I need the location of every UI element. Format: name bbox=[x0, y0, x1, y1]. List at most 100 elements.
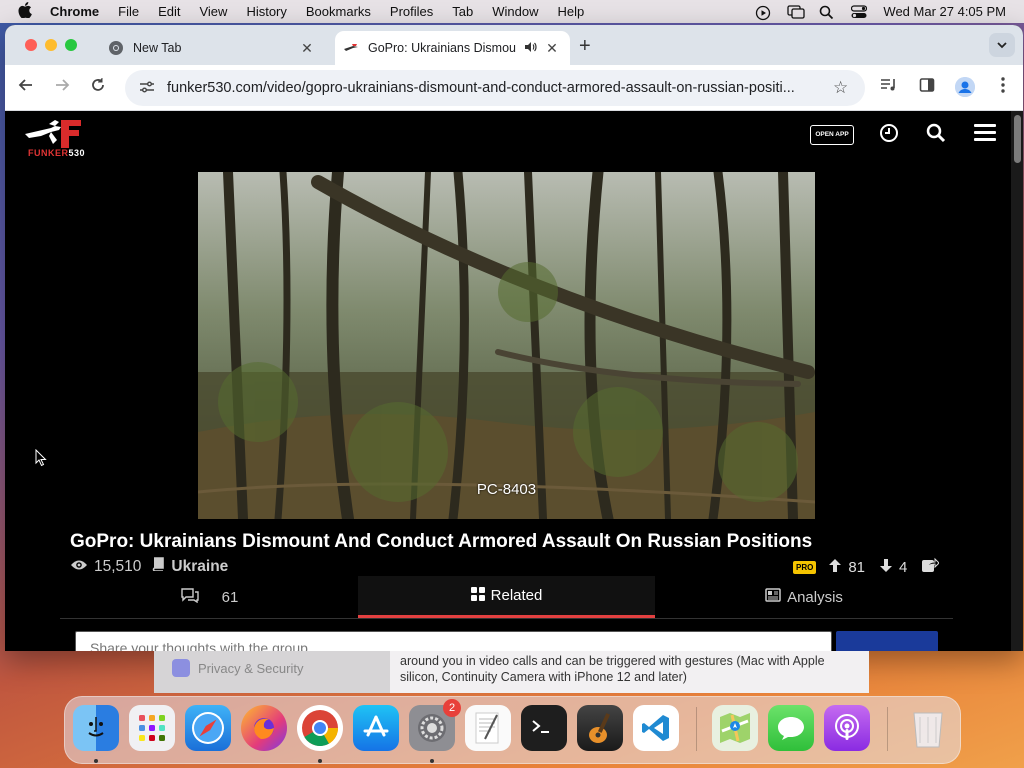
firefox-icon[interactable] bbox=[241, 705, 287, 751]
vote-bar: PRO 81 4 bbox=[793, 557, 941, 577]
menu-profiles[interactable]: Profiles bbox=[390, 4, 433, 19]
minimize-window-button[interactable] bbox=[45, 39, 57, 51]
menu-view[interactable]: View bbox=[199, 4, 227, 19]
funker-favicon-icon bbox=[343, 40, 359, 56]
settings-description-text: around you in video calls and can be tri… bbox=[390, 651, 869, 693]
menu-tab[interactable]: Tab bbox=[452, 4, 473, 19]
system-settings-icon[interactable]: 2 bbox=[409, 699, 461, 751]
textedit-icon[interactable] bbox=[465, 705, 511, 751]
tab-analysis-label: Analysis bbox=[787, 588, 843, 606]
apple-menu-icon[interactable] bbox=[18, 2, 34, 21]
comments-count: 61 bbox=[221, 588, 239, 606]
mouse-cursor bbox=[35, 448, 47, 472]
tab-title: New Tab bbox=[133, 41, 182, 55]
chrome-icon[interactable] bbox=[297, 705, 343, 751]
close-tab-icon[interactable]: ✕ bbox=[299, 40, 315, 57]
category-link[interactable]: Ukraine bbox=[171, 558, 228, 576]
menu-file[interactable]: File bbox=[118, 4, 139, 19]
grid-icon bbox=[470, 586, 485, 605]
chrome-running-dot bbox=[318, 759, 322, 763]
vscode-icon[interactable] bbox=[633, 705, 679, 751]
privacy-hand-icon bbox=[172, 659, 190, 677]
maps-icon[interactable] bbox=[712, 705, 758, 751]
terminal-icon[interactable] bbox=[521, 705, 567, 751]
menu-history[interactable]: History bbox=[246, 4, 286, 19]
history-clock-icon[interactable] bbox=[878, 123, 900, 145]
chrome-menu-icon[interactable] bbox=[993, 77, 1013, 97]
messages-icon[interactable] bbox=[768, 705, 814, 751]
menu-help[interactable]: Help bbox=[558, 4, 585, 19]
menu-bar-clock[interactable]: Wed Mar 27 4:05 PM bbox=[883, 4, 1006, 19]
new-tab-button[interactable]: + bbox=[579, 35, 591, 58]
spotlight-search-icon[interactable] bbox=[819, 5, 835, 19]
close-tab-icon[interactable]: ✕ bbox=[544, 40, 560, 57]
pro-badge[interactable]: PRO bbox=[793, 560, 817, 574]
screen-mirroring-icon[interactable] bbox=[787, 4, 806, 19]
search-icon[interactable] bbox=[925, 123, 947, 145]
video-meta: 15,510 Ukraine bbox=[70, 557, 228, 576]
finder-icon[interactable] bbox=[73, 705, 119, 751]
logo-wordmark: FUNKER530 bbox=[28, 148, 86, 158]
address-bar[interactable]: funker530.com/video/gopro-ukrainians-dis… bbox=[125, 70, 865, 106]
web-page: FUNKER530 OPEN APP PC-8403 GoPro: Ukrain… bbox=[5, 111, 1023, 651]
page-scrollbar[interactable] bbox=[1011, 111, 1023, 651]
site-info-icon[interactable] bbox=[139, 80, 155, 97]
podcasts-icon[interactable] bbox=[824, 705, 870, 751]
zoom-window-button[interactable] bbox=[65, 39, 77, 51]
eye-icon bbox=[70, 558, 88, 576]
tab-comments[interactable]: 61 bbox=[60, 576, 358, 618]
newspaper-icon bbox=[765, 588, 781, 606]
trash-icon[interactable] bbox=[905, 705, 951, 751]
url-text[interactable]: funker530.com/video/gopro-ukrainians-dis… bbox=[167, 80, 833, 96]
launchpad-icon[interactable] bbox=[129, 705, 175, 751]
dock-separator bbox=[887, 707, 888, 751]
media-controls-icon[interactable] bbox=[879, 77, 899, 97]
tab-search-button[interactable] bbox=[989, 33, 1015, 57]
audio-playing-icon[interactable] bbox=[520, 40, 540, 57]
garageband-icon[interactable] bbox=[577, 705, 623, 751]
share-icon[interactable] bbox=[921, 557, 941, 577]
reload-button[interactable] bbox=[87, 77, 109, 99]
view-count: 15,510 bbox=[94, 557, 142, 575]
finder-running-dot bbox=[94, 759, 98, 763]
settings-running-dot bbox=[430, 759, 434, 763]
tab-analysis[interactable]: Analysis bbox=[655, 576, 953, 618]
back-button[interactable] bbox=[15, 77, 37, 99]
sidebar-item-privacy-security[interactable]: Privacy & Security bbox=[172, 659, 303, 677]
video-page-tabs: 61 Related Analysis bbox=[60, 576, 953, 619]
safari-icon[interactable] bbox=[185, 705, 231, 751]
tab-new-tab[interactable]: New Tab ✕ bbox=[100, 31, 325, 65]
video-player[interactable]: PC-8403 bbox=[198, 172, 815, 519]
window-controls bbox=[25, 39, 77, 51]
tab-title: GoPro: Ukrainians Dismou bbox=[368, 41, 516, 55]
app-store-icon[interactable] bbox=[353, 705, 399, 751]
macos-menu-bar: Chrome File Edit View History Bookmarks … bbox=[0, 0, 1024, 23]
upvote-count: 81 bbox=[848, 558, 866, 576]
comment-submit-button[interactable] bbox=[836, 631, 938, 651]
settings-badge: 2 bbox=[443, 699, 461, 717]
background-settings-window[interactable]: Privacy & Security around you in video c… bbox=[154, 651, 869, 693]
bookmark-star-icon[interactable]: ☆ bbox=[833, 78, 853, 98]
tab-related-label: Related bbox=[490, 587, 543, 604]
forward-button[interactable] bbox=[51, 77, 73, 99]
control-center-icon[interactable] bbox=[851, 4, 868, 19]
downvote-arrow-icon[interactable] bbox=[879, 558, 893, 577]
comment-input[interactable]: Share your thoughts with the group . . . bbox=[75, 631, 832, 651]
upvote-arrow-icon[interactable] bbox=[828, 558, 842, 577]
menu-bookmarks[interactable]: Bookmarks bbox=[306, 4, 371, 19]
chrome-favicon-icon bbox=[108, 40, 124, 56]
menu-edit[interactable]: Edit bbox=[158, 4, 180, 19]
open-app-button[interactable]: OPEN APP bbox=[810, 125, 854, 145]
tab-related[interactable]: Related bbox=[358, 576, 655, 618]
menu-window[interactable]: Window bbox=[492, 4, 538, 19]
profile-avatar-icon[interactable] bbox=[955, 77, 975, 97]
scrollbar-thumb[interactable] bbox=[1014, 115, 1021, 163]
hamburger-menu-icon[interactable] bbox=[974, 123, 996, 145]
menu-app-name[interactable]: Chrome bbox=[50, 4, 99, 19]
close-window-button[interactable] bbox=[25, 39, 37, 51]
side-panel-icon[interactable] bbox=[917, 77, 937, 97]
play-circle-icon[interactable] bbox=[755, 5, 771, 20]
book-icon bbox=[151, 557, 165, 576]
video-subtitle: PC-8403 bbox=[476, 481, 537, 498]
tab-active-video[interactable]: GoPro: Ukrainians Dismou ✕ bbox=[335, 31, 570, 65]
